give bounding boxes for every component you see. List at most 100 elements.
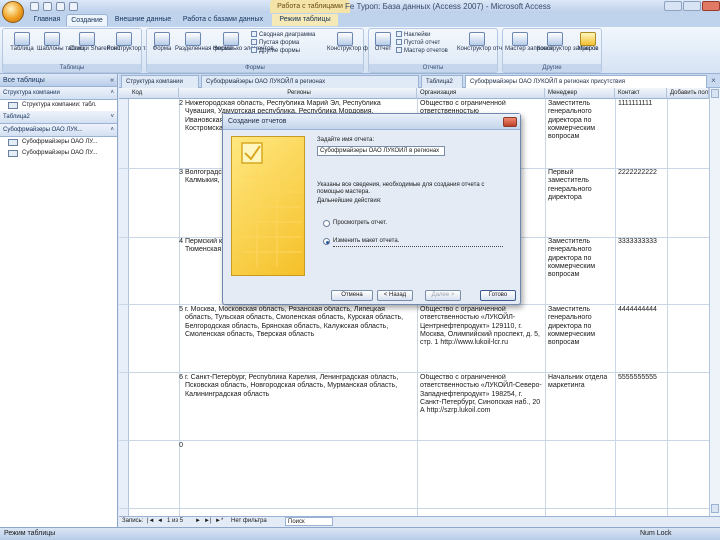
cell-phone[interactable]: 5555555555: [618, 374, 666, 382]
maximize-button[interactable]: [683, 1, 701, 11]
cell-phone[interactable]: 3333333333: [618, 238, 666, 246]
macro-label[interactable]: Макрос: [575, 46, 601, 53]
radio-preview-report[interactable]: [323, 220, 330, 227]
cell-id[interactable]: 2: [179, 100, 183, 108]
cell-id[interactable]: 5: [179, 306, 183, 314]
back-button[interactable]: < Назад: [377, 290, 413, 301]
scroll-up-icon[interactable]: [711, 89, 719, 98]
nav-group-lukoil[interactable]: Субофрмайзеры ОАО ЛУК... ˄: [0, 124, 117, 137]
cell-phone[interactable]: 2222222222: [618, 169, 666, 177]
previous-record-icon[interactable]: ◄: [157, 518, 163, 524]
nav-group-structure[interactable]: Структура компании ˄: [0, 87, 117, 100]
query-wizard-icon[interactable]: [512, 32, 528, 46]
chevron-double-left-icon[interactable]: «: [110, 74, 114, 86]
cell-manager[interactable]: Заместитель генерального директора по ко…: [548, 100, 612, 166]
cell-region[interactable]: г. Москва, Московская область, Рязанская…: [185, 306, 413, 372]
form-label[interactable]: Форма: [150, 46, 174, 53]
report-name-input[interactable]: Субофрмайзеры ОАО ЛУКОЙЛ в регионах: [317, 146, 445, 156]
table-templates-icon[interactable]: [44, 32, 60, 46]
multiple-items-icon[interactable]: [223, 32, 239, 46]
tab-create[interactable]: Создание: [66, 14, 108, 26]
redo-icon[interactable]: [56, 2, 65, 11]
doc-tab-structure[interactable]: Структура компании: [121, 75, 199, 88]
blank-form-item[interactable]: Пустая форма: [251, 39, 325, 47]
column-header-regions[interactable]: Регионы: [179, 88, 417, 99]
first-record-icon[interactable]: |◄: [147, 518, 155, 524]
new-record-icon[interactable]: ►*: [215, 518, 223, 524]
report-design-label[interactable]: Конструктор отчетов: [457, 46, 514, 53]
close-button[interactable]: [702, 1, 720, 11]
table-design-icon[interactable]: [116, 32, 132, 46]
doc-tab-lukoil-regions[interactable]: Субофрмайзеры ОАО ЛУКОЙЛ в регионах: [201, 75, 419, 88]
table-templates-label[interactable]: Шаблоны таблиц: [37, 46, 85, 53]
report-design-icon[interactable]: [469, 32, 485, 46]
dialog-close-button[interactable]: [503, 117, 517, 127]
labels-item[interactable]: Наклейки: [396, 31, 456, 39]
more-forms-item[interactable]: Другие формы: [251, 47, 325, 55]
cell-region[interactable]: г. Санкт-Петербург, Республика Карелия, …: [185, 374, 413, 440]
cell-id[interactable]: 6: [179, 374, 183, 382]
vertical-scrollbar[interactable]: [709, 88, 720, 516]
next-record-icon[interactable]: ►: [195, 518, 201, 524]
nav-item-lukoil-table[interactable]: Субофрмайзеры ОАО ЛУ...: [0, 137, 117, 148]
query-design-icon[interactable]: [547, 32, 563, 46]
form-design-icon[interactable]: [337, 32, 353, 46]
macro-icon[interactable]: [580, 32, 596, 46]
column-header-organization[interactable]: Организация: [417, 88, 545, 99]
column-header-add-field[interactable]: Добавить поле: [667, 88, 709, 99]
tab-database-tools[interactable]: Работа с базами данных: [180, 14, 266, 26]
multiple-items-label[interactable]: Несколько элементов: [213, 46, 274, 53]
cell-id-new[interactable]: 0: [179, 442, 183, 450]
close-tab-icon[interactable]: ×: [709, 76, 718, 86]
column-header-id[interactable]: Код: [129, 88, 179, 99]
table-icon[interactable]: [14, 32, 30, 46]
form-design-label[interactable]: Конструктор форм: [327, 46, 379, 53]
report-icon[interactable]: [375, 32, 391, 46]
query-design-label[interactable]: Конструктор запросов: [537, 46, 598, 53]
cell-manager[interactable]: Заместитель генерального директора по ко…: [548, 306, 612, 372]
record-selector-column[interactable]: [119, 99, 129, 516]
table-design-label[interactable]: Конструктор таблиц: [107, 46, 162, 53]
radio-preview-label[interactable]: Просмотреть отчет.: [333, 220, 387, 227]
cell-id[interactable]: 3: [179, 169, 183, 177]
cell-phone[interactable]: 1111111111: [618, 100, 666, 108]
nav-item-lukoil-report[interactable]: Субофрмайзеры ОАО ЛУ...: [0, 148, 117, 159]
tab-datasheet[interactable]: Режим таблицы: [272, 14, 338, 26]
cell-manager[interactable]: Заместитель генерального директора по ко…: [548, 238, 612, 304]
sharepoint-lists-icon[interactable]: [79, 32, 95, 46]
scroll-down-icon[interactable]: [711, 504, 719, 513]
filter-status[interactable]: Нет фильтра: [231, 518, 267, 524]
nav-item-structure-table[interactable]: Структура компании: табл.: [0, 100, 117, 111]
split-form-label[interactable]: Разделенная форма: [175, 46, 232, 53]
next-button[interactable]: Далее >: [425, 290, 461, 301]
radio-modify-label[interactable]: Изменить макет отчета.: [333, 238, 503, 247]
report-label[interactable]: Отчет: [371, 46, 395, 53]
pivot-chart-item[interactable]: Сводная диаграмма: [251, 31, 325, 39]
nav-header[interactable]: Все таблицы «: [0, 74, 117, 87]
save-icon[interactable]: [30, 2, 39, 11]
search-input[interactable]: Поиск: [285, 517, 333, 526]
cell-id[interactable]: 4: [179, 238, 183, 246]
column-header-contact[interactable]: Контакт: [615, 88, 667, 99]
doc-tab-table2[interactable]: Таблица2: [421, 75, 463, 88]
office-button[interactable]: [2, 1, 24, 23]
nav-group-table2[interactable]: Таблица2 ˅: [0, 111, 117, 124]
report-wizard-item[interactable]: Мастер отчетов: [396, 47, 456, 55]
column-header-manager[interactable]: Менеджер: [545, 88, 615, 99]
cell-organization[interactable]: Общество с ограниченной ответственностью…: [420, 306, 542, 372]
cancel-button[interactable]: Отмена: [331, 290, 373, 301]
undo-icon[interactable]: [43, 2, 52, 11]
cell-organization[interactable]: Общество с ограниченной ответственностью…: [420, 374, 542, 440]
finish-button[interactable]: Готово: [480, 290, 516, 301]
record-position[interactable]: 1 из 5: [167, 518, 183, 524]
tab-home[interactable]: Главная: [30, 14, 64, 26]
doc-tab-lukoil-presence[interactable]: Субофрмайзеры ОАО ЛУКОЙЛ в регионах прис…: [465, 75, 707, 88]
cell-phone[interactable]: 4444444444: [618, 306, 666, 314]
last-record-icon[interactable]: ►|: [204, 518, 212, 524]
split-form-icon[interactable]: [185, 32, 201, 46]
query-wizard-label[interactable]: Мастер запросов: [505, 46, 553, 53]
blank-report-item[interactable]: Пустой отчет: [396, 39, 456, 47]
customize-qat-icon[interactable]: [69, 2, 78, 11]
cell-manager[interactable]: Начальник отдела маркетинга: [548, 374, 612, 440]
sharepoint-lists-label[interactable]: Списки SharePoint: [69, 46, 120, 53]
